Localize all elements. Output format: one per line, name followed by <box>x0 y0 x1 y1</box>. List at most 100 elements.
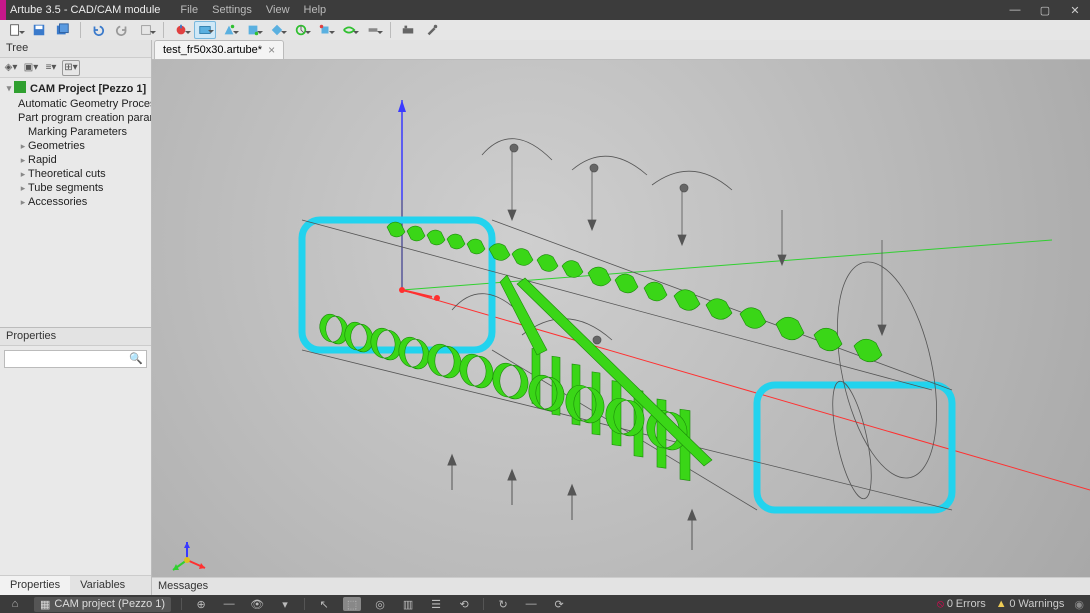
cam-process-button[interactable] <box>170 21 192 39</box>
minimize-button[interactable]: — <box>1000 0 1030 20</box>
viewport-svg <box>152 60 1090 577</box>
sb-layer-icon[interactable]: ☰ <box>427 597 445 611</box>
tree-item-part-program[interactable]: Part program creation paran <box>0 111 151 125</box>
menu-view[interactable]: View <box>266 4 290 16</box>
messages-panel-header[interactable]: Messages <box>152 577 1090 595</box>
undo-button[interactable] <box>87 21 109 39</box>
menu-settings[interactable]: Settings <box>212 4 252 16</box>
sb-project-tab[interactable]: ▦ CAM project (Pezzo 1) <box>34 597 171 612</box>
sb-dropdown-icon[interactable]: ▾ <box>276 597 294 611</box>
properties-search: 🔍 <box>0 346 151 372</box>
properties-header: Properties <box>0 328 151 346</box>
project-icon <box>14 81 28 96</box>
sb-grid-icon[interactable]: ▥ <box>399 597 417 611</box>
tree-item-theoretical-cuts[interactable]: ▸Theoretical cuts <box>0 167 151 181</box>
new-button[interactable] <box>4 21 26 39</box>
errors-count: 0 <box>947 598 953 610</box>
sb-refresh-icon[interactable]: ↻ <box>494 597 512 611</box>
toolbar-separator <box>163 22 164 38</box>
tab-properties[interactable]: Properties <box>0 576 70 595</box>
app-title: Artube 3.5 - CAD/CAM module <box>10 4 160 16</box>
sb-more-icon[interactable]: ⟲ <box>455 597 473 611</box>
expand-icon[interactable]: ▸ <box>18 141 28 152</box>
tree-sort-icon[interactable]: ≡▾ <box>42 60 60 76</box>
errors-status[interactable]: ⦸ 0 Errors <box>937 598 986 611</box>
gpu-icon: ◉ <box>1074 598 1084 611</box>
sb-dash-icon[interactable]: — <box>220 597 238 611</box>
tree-mode-icon[interactable]: ⊞▾ <box>62 60 80 76</box>
expand-icon[interactable]: ▸ <box>18 155 28 166</box>
settings-button[interactable] <box>421 21 443 39</box>
right-panel: test_fr50x30.artube* × <box>152 40 1090 595</box>
window-controls: — ▢ ✕ <box>1000 0 1090 20</box>
save-button[interactable] <box>28 21 50 39</box>
tree-item-tube-segments[interactable]: ▸Tube segments <box>0 181 151 195</box>
document-tabs: test_fr50x30.artube* × <box>152 40 1090 60</box>
expand-icon[interactable]: ▸ <box>18 183 28 194</box>
status-right: ⦸ 0 Errors ▲ 0 Warnings ◉ <box>937 598 1084 611</box>
warning-icon: ▲ <box>996 598 1007 610</box>
close-tab-icon[interactable]: × <box>268 43 275 57</box>
left-panel: Tree ◈▾ ▣▾ ≡▾ ⊞▾ ▾ CAM Project [Pezzo 1]… <box>0 40 152 595</box>
warnings-count: 0 <box>1009 598 1015 610</box>
main-toolbar <box>0 20 1090 40</box>
tool-1-button[interactable] <box>218 21 240 39</box>
properties-tabs: Properties Variables <box>0 575 151 595</box>
properties-search-input[interactable] <box>4 350 147 368</box>
tree-item-geometries[interactable]: ▸Geometries <box>0 139 151 153</box>
search-icon[interactable]: 🔍 <box>129 352 143 365</box>
properties-body <box>0 372 151 575</box>
toolbar-separator <box>390 22 391 38</box>
tab-variables[interactable]: Variables <box>70 576 135 595</box>
tree-filter-icon[interactable]: ▣▾ <box>22 60 40 76</box>
tool-2-button[interactable] <box>242 21 264 39</box>
collapse-icon[interactable]: ▾ <box>4 83 14 94</box>
tree-root-label: CAM Project [Pezzo 1] <box>30 83 146 95</box>
sb-pointer-icon[interactable]: ↖ <box>315 597 333 611</box>
save-all-button[interactable] <box>52 21 74 39</box>
titlebar: Artube 3.5 - CAD/CAM module File Setting… <box>0 0 1090 20</box>
tool-6-button[interactable] <box>338 21 360 39</box>
part-geometry <box>320 222 882 481</box>
tree-root[interactable]: ▾ CAM Project [Pezzo 1] <box>0 80 151 97</box>
sb-eye-icon[interactable]: 👁 <box>248 597 266 611</box>
machine-button[interactable] <box>397 21 419 39</box>
sb-select-icon[interactable]: ⬚ <box>343 597 361 611</box>
undo-history-button[interactable] <box>135 21 157 39</box>
tree-item-marking[interactable]: Marking Parameters <box>0 125 151 139</box>
tool-4-button[interactable] <box>290 21 312 39</box>
tree-item-accessories[interactable]: ▸Accessories <box>0 195 151 209</box>
warnings-status[interactable]: ▲ 0 Warnings <box>996 598 1065 610</box>
sb-dash2-icon[interactable]: — <box>522 597 540 611</box>
tree-expand-icon[interactable]: ◈▾ <box>2 60 20 76</box>
tool-7-button[interactable] <box>362 21 384 39</box>
wireframe <box>302 139 954 510</box>
maximize-button[interactable]: ▢ <box>1030 0 1060 20</box>
warnings-label: Warnings <box>1018 598 1064 610</box>
cam-icon: ▦ <box>40 598 50 611</box>
expand-icon[interactable]: ▸ <box>18 197 28 208</box>
sb-snap-icon[interactable]: ◎ <box>371 597 389 611</box>
tree-toolbar: ◈▾ ▣▾ ≡▾ ⊞▾ <box>0 58 151 78</box>
tree-item-rapid[interactable]: ▸Rapid <box>0 153 151 167</box>
view-mode-button[interactable] <box>194 21 216 39</box>
tree-panel-header: Tree <box>0 40 151 58</box>
error-icon: ⦸ <box>937 598 944 610</box>
close-button[interactable]: ✕ <box>1060 0 1090 20</box>
3d-viewport[interactable] <box>152 60 1090 577</box>
sb-globe-icon[interactable]: ⊕ <box>192 597 210 611</box>
tool-3-button[interactable] <box>266 21 288 39</box>
toolbar-separator <box>80 22 81 38</box>
redo-button[interactable] <box>111 21 133 39</box>
menu-help[interactable]: Help <box>304 4 327 16</box>
sb-play-icon[interactable]: ⟳ <box>550 597 568 611</box>
main-body: Tree ◈▾ ▣▾ ≡▾ ⊞▾ ▾ CAM Project [Pezzo 1]… <box>0 40 1090 595</box>
tool-5-button[interactable] <box>314 21 336 39</box>
properties-panel: Properties 🔍 Properties Variables <box>0 327 151 595</box>
document-tab[interactable]: test_fr50x30.artube* × <box>154 40 284 59</box>
document-tab-label: test_fr50x30.artube* <box>163 44 262 56</box>
expand-icon[interactable]: ▸ <box>18 169 28 180</box>
menu-file[interactable]: File <box>180 4 198 16</box>
tree-item-auto-geometry[interactable]: Automatic Geometry Proces <box>0 97 151 111</box>
sb-home-icon[interactable]: ⌂ <box>6 597 24 611</box>
